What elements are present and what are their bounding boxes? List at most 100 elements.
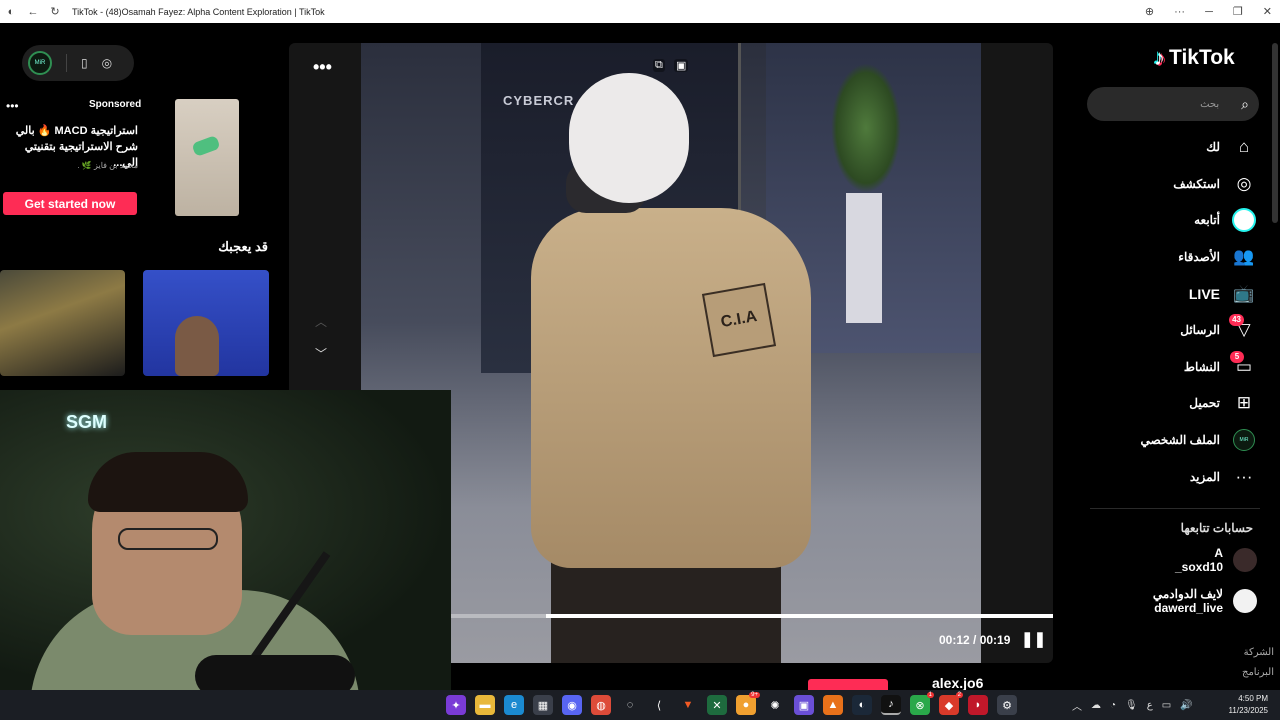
chrome-icon[interactable]: ◍ xyxy=(591,695,611,715)
search-input[interactable] xyxy=(1099,98,1220,110)
search-icon[interactable]: ⌕ xyxy=(1241,96,1249,113)
tiktok-note-icon: ♪ xyxy=(1154,45,1165,70)
sidebar-item-label: النشاط xyxy=(1183,359,1220,374)
next-video-author[interactable]: alex.jo6 xyxy=(932,675,983,690)
suggested-video-thumbnail[interactable] xyxy=(143,270,269,376)
excel-icon[interactable]: ✕ xyxy=(707,695,727,715)
clock[interactable]: 4:50 PM 11/23/2025 xyxy=(1222,693,1268,717)
system-tray: ︿ ☁ ◔ 🎙 ع ▭ 🔊 xyxy=(1072,690,1193,720)
sidebar-item-live[interactable]: LIVE 📺 xyxy=(1090,275,1260,312)
webcam-logo: SGM xyxy=(66,412,108,432)
progress-bar[interactable] xyxy=(450,614,1053,618)
progress-fill xyxy=(546,614,1053,618)
sidebar-item-label: المزيد xyxy=(1189,469,1220,484)
footer-links: الشركة البرنامج xyxy=(1190,643,1274,683)
ad-thumbnail[interactable] xyxy=(175,99,239,216)
divider xyxy=(66,54,67,72)
vlc-icon[interactable]: ▲ xyxy=(823,695,843,715)
live-tv-icon: 📺 xyxy=(1233,283,1255,303)
browser-menu-icon[interactable]: ··· xyxy=(1174,6,1185,18)
clock-date: 11/23/2025 xyxy=(1228,706,1268,715)
app-icon[interactable]: ● 9+ xyxy=(736,692,760,715)
restore-button[interactable]: ❐ xyxy=(1233,5,1243,18)
ad-author[interactable]: محمد بن فايز 🌿 . xyxy=(40,161,138,170)
messages-badge: 43 xyxy=(1229,313,1244,326)
chatgpt-icon[interactable]: ✺ xyxy=(765,695,785,715)
compass-icon[interactable]: ◎ xyxy=(102,56,112,70)
back-icon[interactable]: ← xyxy=(22,6,44,18)
discord-icon[interactable]: ◉ xyxy=(562,695,582,715)
network-icon[interactable]: ▭ xyxy=(1162,700,1171,711)
capcut-icon[interactable]: ⟨ xyxy=(649,695,669,715)
video-content[interactable]: CYBERCR C.I.A ⧉ ▣ xyxy=(361,43,981,663)
brave-icon[interactable]: ▼ xyxy=(678,695,698,715)
mobile-icon[interactable]: ▯ xyxy=(81,56,88,70)
avatar xyxy=(1233,548,1257,572)
close-button[interactable]: ✕ xyxy=(1263,5,1272,18)
volume-icon[interactable]: 🔊 xyxy=(1180,700,1192,711)
tiktok-taskbar-icon[interactable]: ♪ xyxy=(881,695,901,715)
refresh-icon[interactable]: ↻ xyxy=(44,5,66,18)
get-started-button[interactable]: Get started now xyxy=(3,192,137,215)
minimize-button[interactable]: ─ xyxy=(1205,6,1213,18)
store-icon[interactable]: ▦ xyxy=(533,695,553,715)
pause-icon[interactable]: ❚❚ xyxy=(1021,630,1046,648)
copilot-icon[interactable]: ✦ xyxy=(446,695,466,715)
floating-player-icon[interactable]: ⧉ xyxy=(653,59,665,72)
obs-icon[interactable]: ◌ xyxy=(620,695,640,715)
fullscreen-icon[interactable]: ▣ xyxy=(674,59,689,72)
zoom-icon[interactable]: ⊕ xyxy=(1145,5,1154,18)
mcafee-icon[interactable]: ◗ xyxy=(968,695,988,715)
steam-icon[interactable]: ◐ xyxy=(852,695,872,715)
logo-text: TikTok xyxy=(1169,46,1235,69)
sidebar-item-label: أتابعه xyxy=(1194,213,1220,228)
sidebar-item-upload[interactable]: تحميل ⊞ xyxy=(1090,385,1260,422)
browser-title-bar: ◐ ← ↻ TikTok - (48)Osamah Fayez: Alpha C… xyxy=(0,0,1280,23)
avatar xyxy=(1233,589,1257,613)
app-icon[interactable]: ▣ xyxy=(794,695,814,715)
app-tray-icon[interactable]: ◔ xyxy=(1110,700,1116,711)
footer-link-company[interactable]: الشركة xyxy=(1190,643,1274,663)
previous-video-chevron-icon[interactable]: ︿ xyxy=(315,313,327,330)
microphone-icon[interactable]: 🎙 xyxy=(1125,700,1138,711)
mini-avatar[interactable]: MiR xyxy=(28,51,52,75)
following-account[interactable]: لايف الدوادمي dawerd_live xyxy=(1090,587,1257,615)
plant xyxy=(831,63,901,193)
sidebar-item-activity[interactable]: النشاط ▭ 5 xyxy=(1090,349,1260,386)
sidebar-item-label: الملف الشخصي xyxy=(1140,433,1220,448)
sidebar-item-for-you[interactable]: لك ⌂ xyxy=(1090,129,1260,166)
ad-more-icon[interactable]: ••• xyxy=(6,99,19,113)
sidebar-item-following[interactable]: أتابعه xyxy=(1090,202,1260,239)
cloud-icon[interactable]: ☁ xyxy=(1091,700,1101,711)
sidebar-item-label: تحميل xyxy=(1189,396,1220,411)
scrollbar[interactable] xyxy=(1272,43,1278,223)
clock-time: 4:50 PM xyxy=(1238,694,1268,703)
following-account[interactable]: A _soxd10 xyxy=(1090,546,1257,574)
sidebar-item-more[interactable]: المزيد ··· xyxy=(1090,458,1260,495)
language-indicator[interactable]: ع xyxy=(1147,700,1153,711)
next-video-chevron-icon[interactable]: ﹀ xyxy=(315,345,327,362)
streamer-glasses xyxy=(118,528,218,550)
sidebar-item-friends[interactable]: الأصدقاء 👥 xyxy=(1090,239,1260,276)
sidebar-item-explore[interactable]: استكشف ◎ xyxy=(1090,166,1260,203)
sidebar-item-profile[interactable]: الملف الشخصي MiR xyxy=(1090,422,1260,459)
more-options-icon[interactable]: ••• xyxy=(313,57,332,78)
suggested-video-thumbnail[interactable] xyxy=(0,270,125,376)
settings-icon[interactable]: ⚙ xyxy=(997,695,1017,715)
cia-patch: C.I.A xyxy=(701,282,777,358)
time-display: 00:12 / 00:19 xyxy=(939,633,1011,647)
compass-icon: ◎ xyxy=(1236,173,1252,193)
xbox-icon[interactable]: ⊗ 1 xyxy=(910,692,934,715)
profile-avatar-icon: MiR xyxy=(1232,428,1256,452)
follow-button[interactable] xyxy=(808,679,888,690)
sidebar-item-messages[interactable]: الرسائل ▽ 43 xyxy=(1090,312,1260,349)
footer-link-program[interactable]: البرنامج xyxy=(1190,663,1274,683)
search-box[interactable]: ⌕ xyxy=(1087,87,1259,121)
tiktok-logo[interactable]: ♪ TikTok xyxy=(1154,45,1235,71)
edge-icon[interactable]: e xyxy=(504,695,524,715)
chevron-up-icon[interactable]: ︿ xyxy=(1072,698,1082,713)
following-accounts-heading: حسابات تتابعها xyxy=(1180,521,1253,535)
app-icon[interactable]: ◆ 2 xyxy=(939,692,963,715)
sidebar-item-label: لك xyxy=(1206,140,1220,155)
file-explorer-icon[interactable]: ▬ xyxy=(475,695,495,715)
